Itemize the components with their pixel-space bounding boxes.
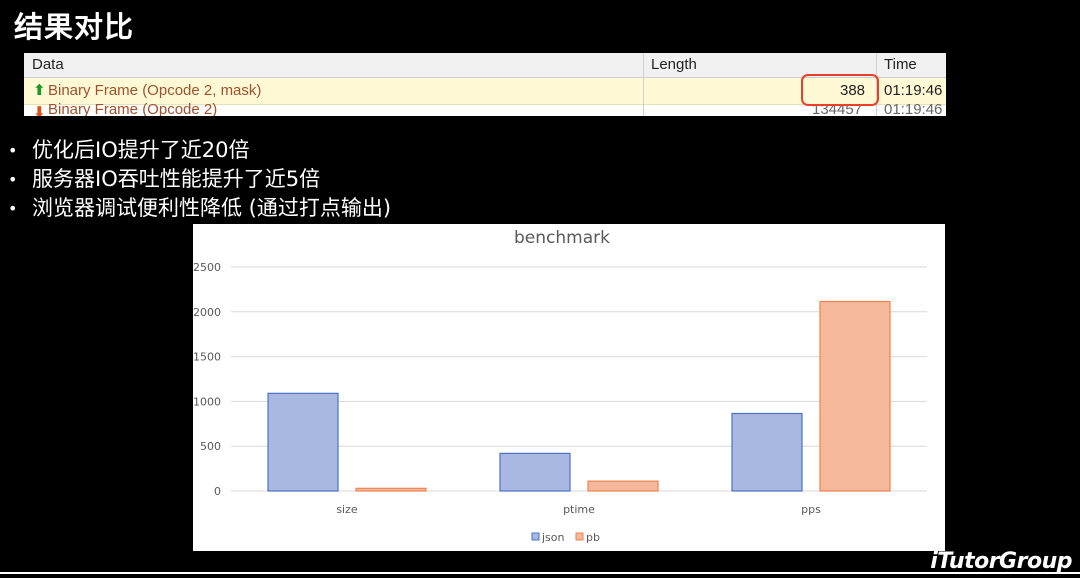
y-tick-label: 2500 [193,261,221,274]
legend-label-json: json [541,531,565,544]
bullet-text: 浏览器调试便利性降低 (通过打点输出) [32,196,392,220]
y-tick-label: 1500 [193,351,221,364]
legend-swatch-pb [575,532,584,541]
arrow-down-icon: ⬇ [33,104,46,116]
bar-pb-size [355,487,427,492]
table-row[interactable]: ⬇ Binary Frame (Opcode 2) 134457 01:19:4… [24,101,946,116]
column-header-time: Time [884,56,917,73]
frame-data: Binary Frame (Opcode 2, mask) [48,82,262,99]
chart-bars [267,300,891,492]
bullet-item: • 浏览器调试便利性降低 (通过打点输出) [8,196,392,220]
frame-time: 01:19:46 [884,82,943,99]
bar-json-ptime [499,452,571,492]
bullet-item: • 服务器IO吞吐性能提升了近5倍 [8,167,321,191]
frame-time: 01:19:46 [884,101,943,116]
benchmark-chart: 0 500 1000 1500 2000 2500 size ptime pps benchm… [193,224,945,551]
chart-legend: json pb [531,531,600,544]
chart-title: benchmark [514,228,610,248]
column-header-data: Data [32,56,64,73]
x-axis-ticks: size ptime pps [336,503,821,516]
legend-label-pb: pb [586,531,600,544]
bar-pb-ptime [587,480,659,492]
column-header-length: Length [651,56,697,73]
x-tick-label: pps [801,503,821,516]
bar-json-size [267,392,339,492]
column-divider [643,53,644,116]
websocket-frames-table: Data Length Time ⬆ Binary Frame (Opcode … [24,53,946,116]
bar-json-pps [731,412,803,492]
y-tick-label: 1000 [193,395,221,408]
legend-swatch-json [531,532,540,541]
chart-svg: 0 500 1000 1500 2000 2500 size ptime pps benchm… [193,228,927,544]
y-tick-label: 2000 [193,306,221,319]
frame-data: Binary Frame (Opcode 2) [48,101,218,116]
bottom-rule [0,572,1080,574]
slide-title: 结果对比 [14,10,135,44]
y-axis-ticks: 0 500 1000 1500 2000 2500 [193,261,221,498]
arrow-up-icon: ⬆ [33,82,46,99]
y-tick-label: 500 [200,440,221,453]
brand-logo: iTutorGroup [930,549,1072,574]
x-tick-label: size [336,503,358,516]
y-tick-label: 0 [214,485,221,498]
highlight-box [801,74,879,106]
x-tick-label: ptime [563,503,595,516]
bullet-text: 优化后IO提升了近20倍 [32,138,250,162]
bar-pb-pps [819,300,891,492]
bullet-list: • 优化后IO提升了近20倍 • 服务器IO吞吐性能提升了近5倍 • 浏览器调试便利性… [8,136,391,223]
bullet-text: 服务器IO吞吐性能提升了近5倍 [32,167,321,191]
bullet-item: • 优化后IO提升了近20倍 [8,138,250,162]
